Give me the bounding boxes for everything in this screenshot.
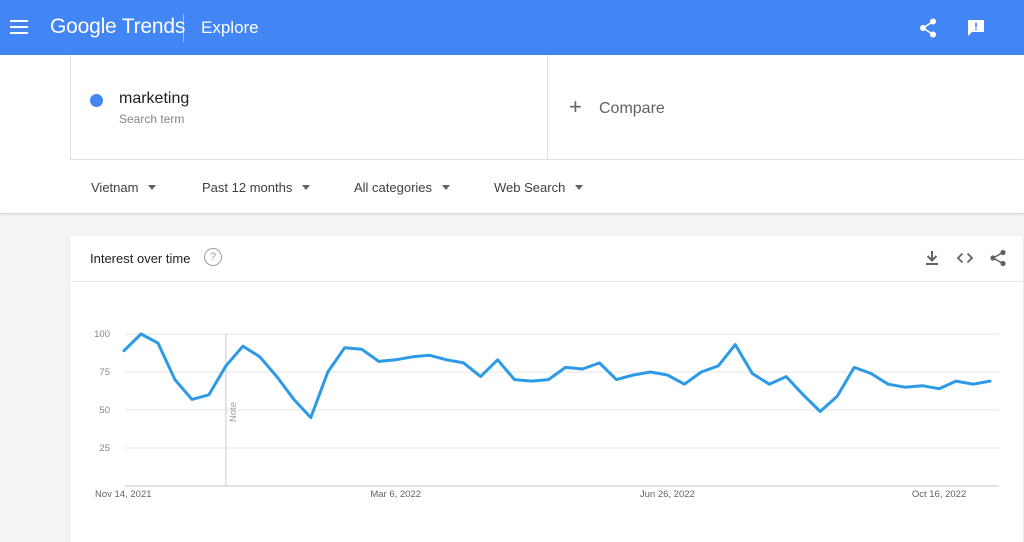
y-tick-label: 100 bbox=[94, 329, 110, 340]
dropdown-arrow-icon bbox=[575, 185, 584, 191]
search-type-dropdown[interactable]: Web Search bbox=[494, 180, 584, 195]
category-dropdown[interactable]: All categories bbox=[354, 180, 451, 195]
search-term-subtitle: Search term bbox=[119, 112, 185, 126]
y-tick-label: 75 bbox=[99, 367, 110, 378]
search-type-dropdown-label: Web Search bbox=[494, 180, 566, 195]
dropdown-arrow-icon bbox=[302, 185, 311, 191]
y-tick-label: 50 bbox=[99, 405, 110, 416]
card-title: Interest over time bbox=[90, 251, 191, 266]
x-tick-label: Jun 26, 2022 bbox=[640, 489, 695, 500]
compare-button[interactable]: + Compare bbox=[547, 55, 1023, 160]
x-tick-label: Oct 16, 2022 bbox=[912, 489, 966, 500]
page-title: Explore bbox=[201, 18, 259, 37]
interest-over-time-card: Interest over time ? 25 50 75 100 Note Nov 14… bbox=[70, 236, 1023, 542]
hamburger-menu-icon[interactable] bbox=[10, 20, 28, 34]
dropdown-arrow-icon bbox=[148, 185, 157, 191]
compare-label: Compare bbox=[599, 100, 665, 117]
time-range-dropdown[interactable]: Past 12 months bbox=[202, 180, 311, 195]
interest-line-chart: 25 50 75 100 Note Nov 14, 2021 Mar 6, 2022 Jun … bbox=[94, 329, 999, 500]
feedback-icon[interactable] bbox=[966, 18, 986, 38]
note-marker-label: Note bbox=[228, 402, 239, 422]
region-dropdown-label: Vietnam bbox=[91, 180, 139, 195]
term-color-dot bbox=[90, 94, 103, 107]
search-term-panel: marketing Search term + Compare bbox=[0, 55, 1024, 161]
header-divider bbox=[183, 14, 184, 42]
filter-bar: Vietnam Past 12 months All categories We… bbox=[0, 161, 1024, 214]
time-range-dropdown-label: Past 12 months bbox=[202, 180, 293, 195]
embed-code-icon[interactable] bbox=[956, 249, 974, 267]
x-tick-label: Nov 14, 2021 bbox=[95, 489, 152, 500]
share-icon[interactable] bbox=[989, 249, 1007, 267]
plus-icon: + bbox=[569, 94, 582, 119]
google-trends-logo[interactable]: Google Trends bbox=[50, 15, 185, 39]
search-term-name[interactable]: marketing bbox=[119, 90, 189, 108]
region-dropdown[interactable]: Vietnam bbox=[91, 180, 157, 195]
x-tick-label: Mar 6, 2022 bbox=[370, 489, 421, 500]
y-tick-label: 25 bbox=[99, 443, 110, 454]
question-icon[interactable]: ? bbox=[204, 248, 222, 266]
top-app-bar: Google Trends Explore bbox=[0, 0, 1024, 55]
download-icon[interactable] bbox=[923, 249, 941, 267]
share-icon[interactable] bbox=[919, 18, 937, 38]
category-dropdown-label: All categories bbox=[354, 180, 433, 195]
search-term-card[interactable]: marketing Search term bbox=[70, 55, 548, 160]
series-line-marketing bbox=[122, 332, 992, 420]
dropdown-arrow-icon bbox=[442, 185, 451, 191]
